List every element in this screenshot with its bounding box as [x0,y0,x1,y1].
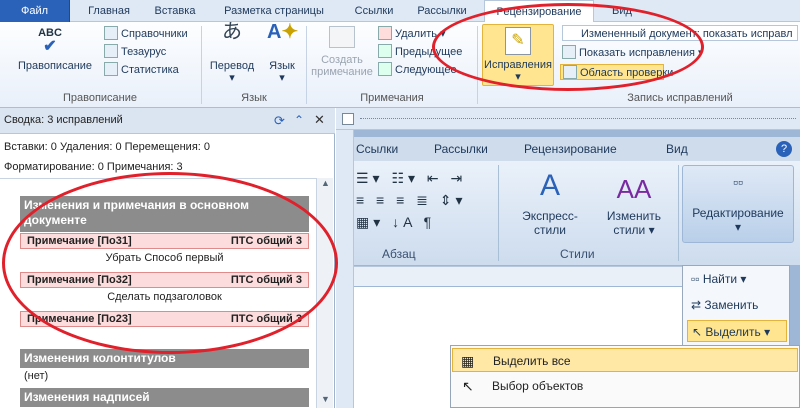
group-label-spelling: Правописание [62,92,138,104]
reviewing-pane-header: Сводка: 3 исправлений ⟳ ⌃ ✕ [0,108,335,134]
embedded-select: ↖ Выделить ▾ [687,320,787,342]
tab-strip: Файл Главная Вставка Разметка страницы С… [0,0,800,23]
stats-line-1: Вставки: 0 Удаления: 0 Перемещения: 0 [4,141,211,153]
embedded-select-all: ▦ Выделить все [452,348,798,372]
align-icons: ≡ ≡ ≡ ≣ ⇕▾ [356,192,467,208]
thesaurus-button[interactable]: Тезаурус [104,44,166,60]
embedded-editing-menu: ▫▫ Найти ▾ ⇄ Заменить ↖ Выделить ▾ [682,265,790,347]
new-comment-icon [329,26,355,48]
embedded-tab-references: Ссылки [356,142,399,156]
language-button[interactable]: A✦ Язык ▾ [262,21,302,84]
border-icons: ▦▾ ↓A ¶ [356,214,436,230]
translate-button[interactable]: あ Перевод ▾ [206,21,258,84]
scroll-down-icon[interactable]: ▼ [321,394,330,404]
embedded-select-menu: ▦ Выделить все ↖ Выбор объектов [450,345,800,408]
translate-icon: あ [222,21,242,43]
help-icon: ? [776,141,792,157]
embedded-change-styles: AA Изменить стили ▾ [602,169,666,237]
close-icon[interactable]: ✕ [314,112,325,128]
books-icon [104,26,118,40]
chevron-down-icon: ▾ [734,220,742,234]
embedded-ruler [354,266,689,286]
create-comment-button[interactable]: Создать примечание [310,26,374,78]
replace-icon: ⇄ [691,298,705,312]
next-comment-icon [378,62,392,76]
binoculars-icon: ▫▫ [733,174,743,190]
annotation-oval [432,3,704,91]
tab-file[interactable]: Файл [0,0,70,22]
select-all-icon: ▦ [461,353,475,369]
binoculars-icon: ▫▫ [691,272,703,286]
embedded-group-paragraph: Абзац [382,247,416,261]
tab-selector-icon[interactable] [342,113,354,125]
scroll-up-icon[interactable]: ▲ [321,178,330,188]
embedded-tab-mailings: Рассылки [434,142,488,156]
chevron-down-icon: ▾ [279,72,285,84]
cursor-icon: ↖ [462,378,474,394]
delete-comment-icon [378,26,392,40]
horizontal-ruler [336,108,800,130]
annotation-oval [2,172,338,354]
thesaurus-icon [104,44,118,58]
embedded-tab-view: Вид [666,142,688,156]
language-icon: A✦ [267,21,299,43]
spelling-button[interactable]: ABC ✔ Правописание [18,26,92,72]
group-label-comments: Примечания [360,92,424,104]
group-label-language: Язык [241,92,267,104]
collapse-icon[interactable]: ⌃ [294,113,304,127]
tab-insert[interactable]: Вставка [146,0,204,22]
ruler-ticks [360,118,796,119]
previous-comment-icon [378,44,392,58]
research-button[interactable]: Справочники [104,26,188,42]
headers-none-text: (нет) [24,370,49,382]
embedded-find: ▫▫ Найти ▾ [691,272,747,286]
summary-text: Сводка: 3 исправлений [4,114,123,126]
embedded-replace: ⇄ Заменить [691,298,759,312]
refresh-icon[interactable]: ⟳ [274,113,285,129]
separator [678,165,679,261]
statistics-icon [104,62,118,76]
list-icons: ☰▾ ☷▾ ⇤ ⇥ [356,170,467,186]
embedded-express-styles: A Экспресс-стили [510,169,590,237]
textbox-section-header: Изменения надписей [20,388,309,407]
embedded-select-objects: ↖ Выбор объектов [452,374,798,398]
embedded-group-styles: Стили [560,247,595,261]
embedded-tab-strip: Ссылки Рассылки Рецензирование Вид ? [354,137,800,161]
vertical-ruler [336,130,354,408]
group-label-tracking: Запись исправлений [627,92,733,104]
abc-check-icon: ABC ✔ [38,27,62,55]
styles-icon: A [539,169,560,202]
cursor-icon: ↖ [692,325,706,339]
change-styles-icon: AA [616,174,652,204]
tab-page-layout[interactable]: Разметка страницы [212,0,336,22]
tab-references[interactable]: Ссылки [344,0,404,22]
chevron-down-icon: ▾ [648,223,655,237]
embedded-editing-button: ▫▫ Редактирование ▾ [682,165,794,243]
embedded-tab-review: Рецензирование [524,142,617,156]
tab-home[interactable]: Главная [78,0,140,22]
paragraph-controls: ☰▾ ☷▾ ⇤ ⇥ ≡ ≡ ≡ ≣ ⇕▾ ▦▾ ↓A ¶ [356,167,494,243]
statistics-button[interactable]: Статистика [104,62,179,78]
stats-line-2: Форматирование: 0 Примечания: 3 [4,161,183,173]
separator [498,165,499,261]
embedded-ribbon: ☰▾ ☷▾ ⇤ ⇥ ≡ ≡ ≡ ≣ ⇕▾ ▦▾ ↓A ¶ Абзац A Экс… [354,161,800,265]
chevron-down-icon: ▾ [229,72,235,84]
